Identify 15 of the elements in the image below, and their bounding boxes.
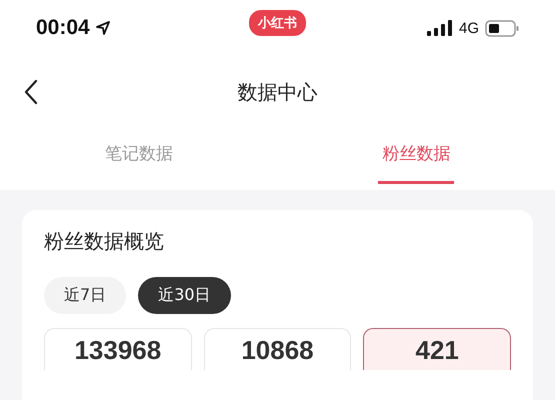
range-pill[interactable]: 近7日 (44, 277, 126, 314)
back-icon[interactable] (24, 79, 38, 105)
stat-card[interactable]: 10868 (204, 328, 352, 370)
network-label: 4G (458, 20, 479, 36)
stat-card[interactable]: 133968 (44, 328, 192, 370)
signal-icon (426, 20, 453, 36)
stat-card[interactable]: 421 (363, 328, 512, 370)
range-pill[interactable]: 近30日 (138, 277, 231, 314)
page-title: 数据中心 (238, 78, 318, 106)
tab[interactable]: 粉丝数据 (378, 128, 454, 184)
battery-icon (485, 20, 519, 36)
card-title: 粉丝数据概览 (44, 228, 165, 255)
app-badge: 小红书 (249, 10, 306, 36)
status-time: 00:04 (36, 16, 90, 40)
location-arrow-icon (96, 21, 110, 35)
